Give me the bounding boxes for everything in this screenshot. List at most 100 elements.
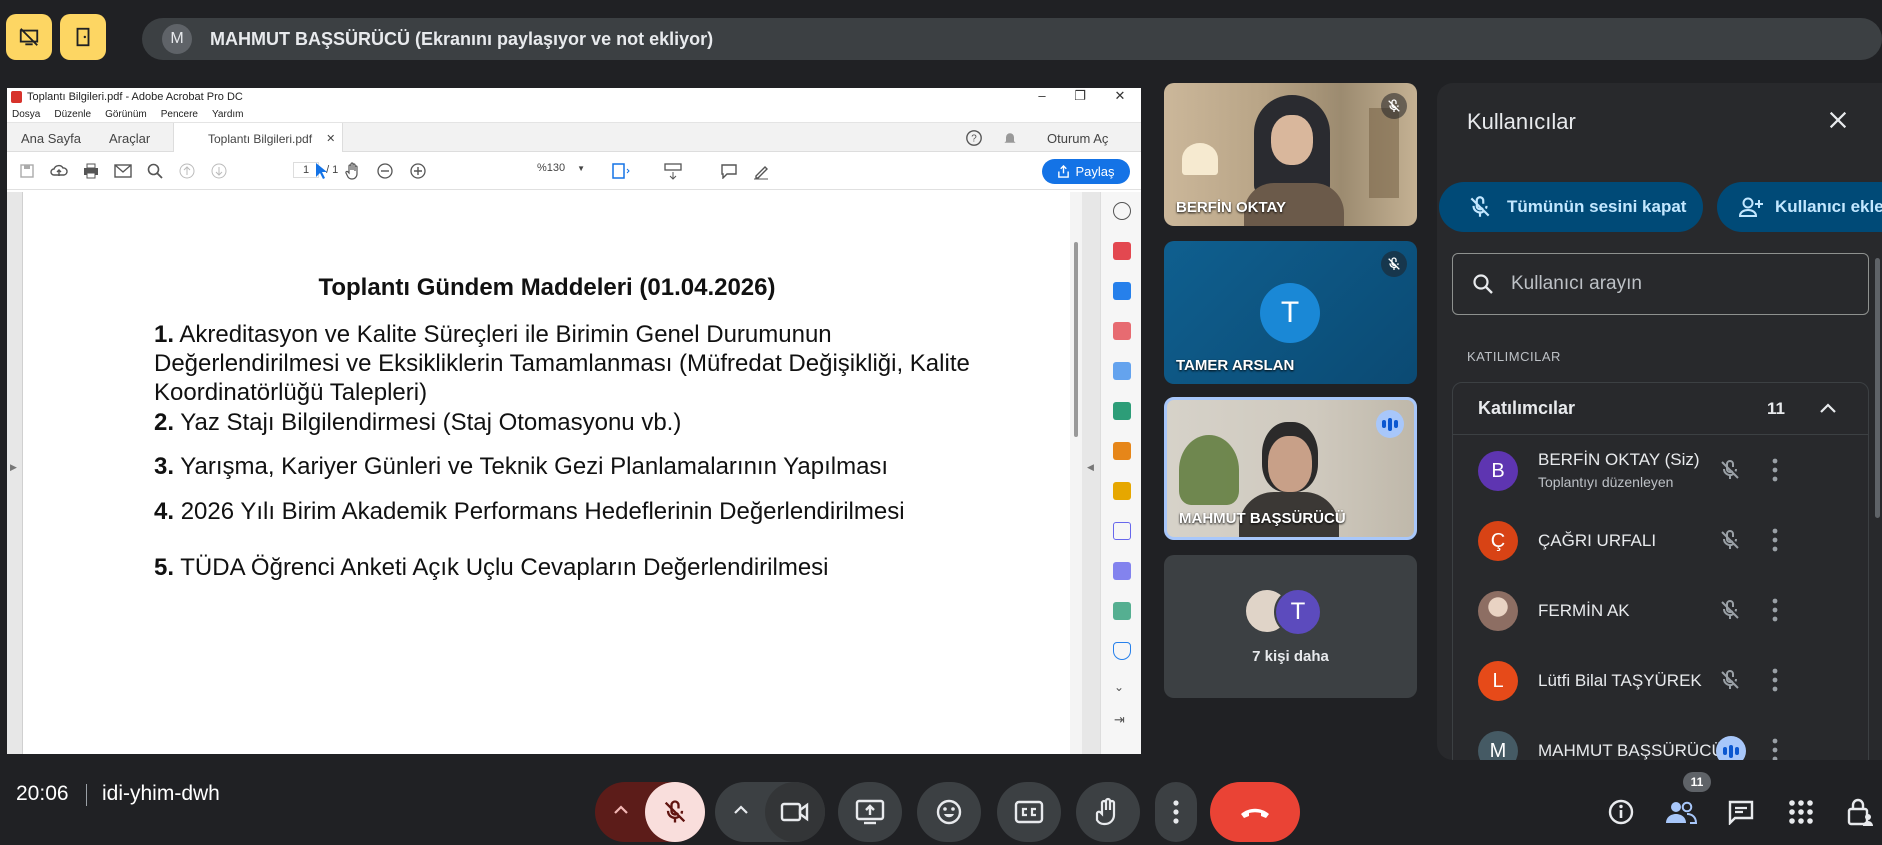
right-pane-toggle-icon[interactable]: ◀ <box>1087 462 1094 473</box>
avatar: T <box>1260 283 1320 343</box>
participant-row[interactable]: L Lütfi Bilal TAŞYÜREK <box>1453 646 1870 716</box>
page-up-icon[interactable] <box>177 161 197 181</box>
panel-scrollbar[interactable] <box>1875 258 1880 518</box>
combine-files-icon[interactable] <box>1113 282 1131 300</box>
people-count-badge: 11 <box>1683 772 1711 792</box>
left-pane-toggle-icon[interactable]: ▶ <box>10 462 17 473</box>
hand-icon[interactable] <box>343 161 363 181</box>
email-icon[interactable] <box>113 161 133 181</box>
leave-call-button[interactable] <box>1210 782 1300 842</box>
door-icon <box>76 27 90 47</box>
share-button[interactable]: Paylaş <box>1042 159 1130 184</box>
more-vert-icon[interactable] <box>1771 526 1779 554</box>
captions-button[interactable] <box>997 782 1061 842</box>
print-icon[interactable] <box>81 161 101 181</box>
more-vert-icon[interactable] <box>1771 456 1779 484</box>
menu-help[interactable]: Yardım <box>212 109 244 120</box>
reactions-button[interactable] <box>917 782 981 842</box>
participant-row[interactable]: B BERFİN OKTAY (Siz) Toplantıyı düzenley… <box>1453 436 1870 506</box>
close-window-button[interactable]: ✕ <box>1105 88 1135 104</box>
participant-row[interactable]: M MAHMUT BAŞSÜRÜCÜ <box>1453 716 1870 760</box>
highlight-icon[interactable] <box>751 161 771 181</box>
tab-tools[interactable]: Araçlar <box>109 123 150 153</box>
zoom-select[interactable]: %130 ▼ <box>537 162 585 174</box>
participant-row[interactable]: FERMİN AK <box>1453 576 1870 646</box>
create-pdf-icon[interactable] <box>1113 242 1131 260</box>
more-options-button[interactable] <box>1155 782 1197 842</box>
maximize-button[interactable]: ❐ <box>1065 88 1095 104</box>
mic-off-icon[interactable] <box>1718 458 1742 482</box>
scroll-mode-icon[interactable] <box>663 161 683 181</box>
hide-presentation-button[interactable] <box>6 14 52 60</box>
help-icon[interactable]: ? <box>965 123 983 153</box>
menu-view[interactable]: Görünüm <box>105 109 147 120</box>
people-button[interactable] <box>1661 792 1701 832</box>
chevron-down-icon[interactable]: ⌄ <box>1114 680 1124 694</box>
protect-icon[interactable] <box>1113 642 1131 660</box>
tab-home[interactable]: Ana Sayfa <box>21 123 81 153</box>
close-panel-button[interactable] <box>1827 109 1849 131</box>
zoom-out-icon[interactable] <box>375 161 395 181</box>
mic-off-icon[interactable] <box>1718 528 1742 552</box>
upload-icon[interactable] <box>49 161 69 181</box>
search-field[interactable] <box>1452 253 1869 315</box>
more-participants-tile[interactable]: T 7 kişi daha <box>1164 555 1417 698</box>
fill-sign-icon[interactable] <box>1113 442 1131 460</box>
more-vert-icon[interactable] <box>1771 596 1779 624</box>
present-button[interactable] <box>838 782 902 842</box>
video-tile-active[interactable]: MAHMUT BAŞSÜRÜCÜ <box>1164 397 1417 540</box>
apps-grid-icon <box>1789 800 1813 824</box>
print-production-icon[interactable] <box>1113 602 1131 620</box>
mic-off-icon[interactable] <box>1718 598 1742 622</box>
bell-icon[interactable] <box>1002 123 1018 153</box>
avatar: T <box>1274 588 1322 636</box>
page-down-icon[interactable] <box>209 161 229 181</box>
raise-hand-button[interactable] <box>1076 782 1140 842</box>
edit-pdf-icon[interactable] <box>1113 402 1131 420</box>
select-arrow-icon[interactable] <box>311 161 331 181</box>
chevron-up-icon[interactable] <box>613 804 629 816</box>
more-vert-icon[interactable] <box>1771 736 1779 760</box>
more-vert-icon[interactable] <box>1771 666 1779 694</box>
add-people-button[interactable]: Kullanıcı ekle <box>1717 182 1882 232</box>
search-icon[interactable] <box>145 161 165 181</box>
participant-row[interactable]: Ç ÇAĞRI URFALI <box>1453 506 1870 576</box>
redact-icon[interactable] <box>1113 562 1131 580</box>
organize-pages-icon[interactable] <box>1113 322 1131 340</box>
chevron-up-icon[interactable] <box>733 804 749 816</box>
mute-all-button[interactable]: Tümünün sesini kapat <box>1439 182 1703 232</box>
participants-group-header[interactable]: Katılımcılar 11 <box>1453 383 1868 435</box>
tab-document[interactable]: Toplantı Bilgileri.pdf ✕ <box>173 123 343 154</box>
vertical-scrollbar[interactable] <box>1070 192 1082 754</box>
comment-icon[interactable] <box>719 161 739 181</box>
document-viewport[interactable]: Toplantı Gündem Maddeleri (01.04.2026) 1… <box>7 192 1141 754</box>
menu-edit[interactable]: Düzenle <box>54 109 91 120</box>
menu-file[interactable]: Dosya <box>12 109 40 120</box>
mic-off-icon[interactable] <box>1718 668 1742 692</box>
sign-in-link[interactable]: Oturum Aç <box>1047 123 1108 153</box>
export-pdf-icon[interactable] <box>1113 362 1131 380</box>
save-icon[interactable] <box>17 161 37 181</box>
chevron-up-icon[interactable] <box>1819 401 1837 415</box>
enhance-scan-icon[interactable] <box>1113 202 1131 220</box>
fit-page-icon[interactable] <box>611 161 631 181</box>
comment-tool-icon[interactable] <box>1113 482 1131 500</box>
collapse-pane-icon[interactable]: ⇥ <box>1114 712 1125 728</box>
activities-button[interactable] <box>1781 792 1821 832</box>
video-tile[interactable]: BERFİN OKTAY <box>1164 83 1417 226</box>
search-input[interactable] <box>1511 273 1831 295</box>
zoom-in-icon[interactable] <box>408 161 428 181</box>
sign-icon[interactable] <box>1113 522 1131 540</box>
mic-toggle-button[interactable] <box>645 782 705 842</box>
layout-button[interactable] <box>60 14 106 60</box>
chat-button[interactable] <box>1721 792 1761 832</box>
close-tab-icon[interactable]: ✕ <box>326 132 335 145</box>
camera-toggle-button[interactable] <box>765 782 825 842</box>
document-title: Toplantı Gündem Maddeleri (01.04.2026) <box>318 274 776 301</box>
minimize-button[interactable]: – <box>1027 88 1057 103</box>
video-tile[interactable]: T TAMER ARSLAN <box>1164 241 1417 384</box>
plant <box>1179 435 1239 505</box>
meeting-info-button[interactable] <box>1601 792 1641 832</box>
host-controls-button[interactable] <box>1840 792 1880 832</box>
menu-window[interactable]: Pencere <box>161 109 198 120</box>
